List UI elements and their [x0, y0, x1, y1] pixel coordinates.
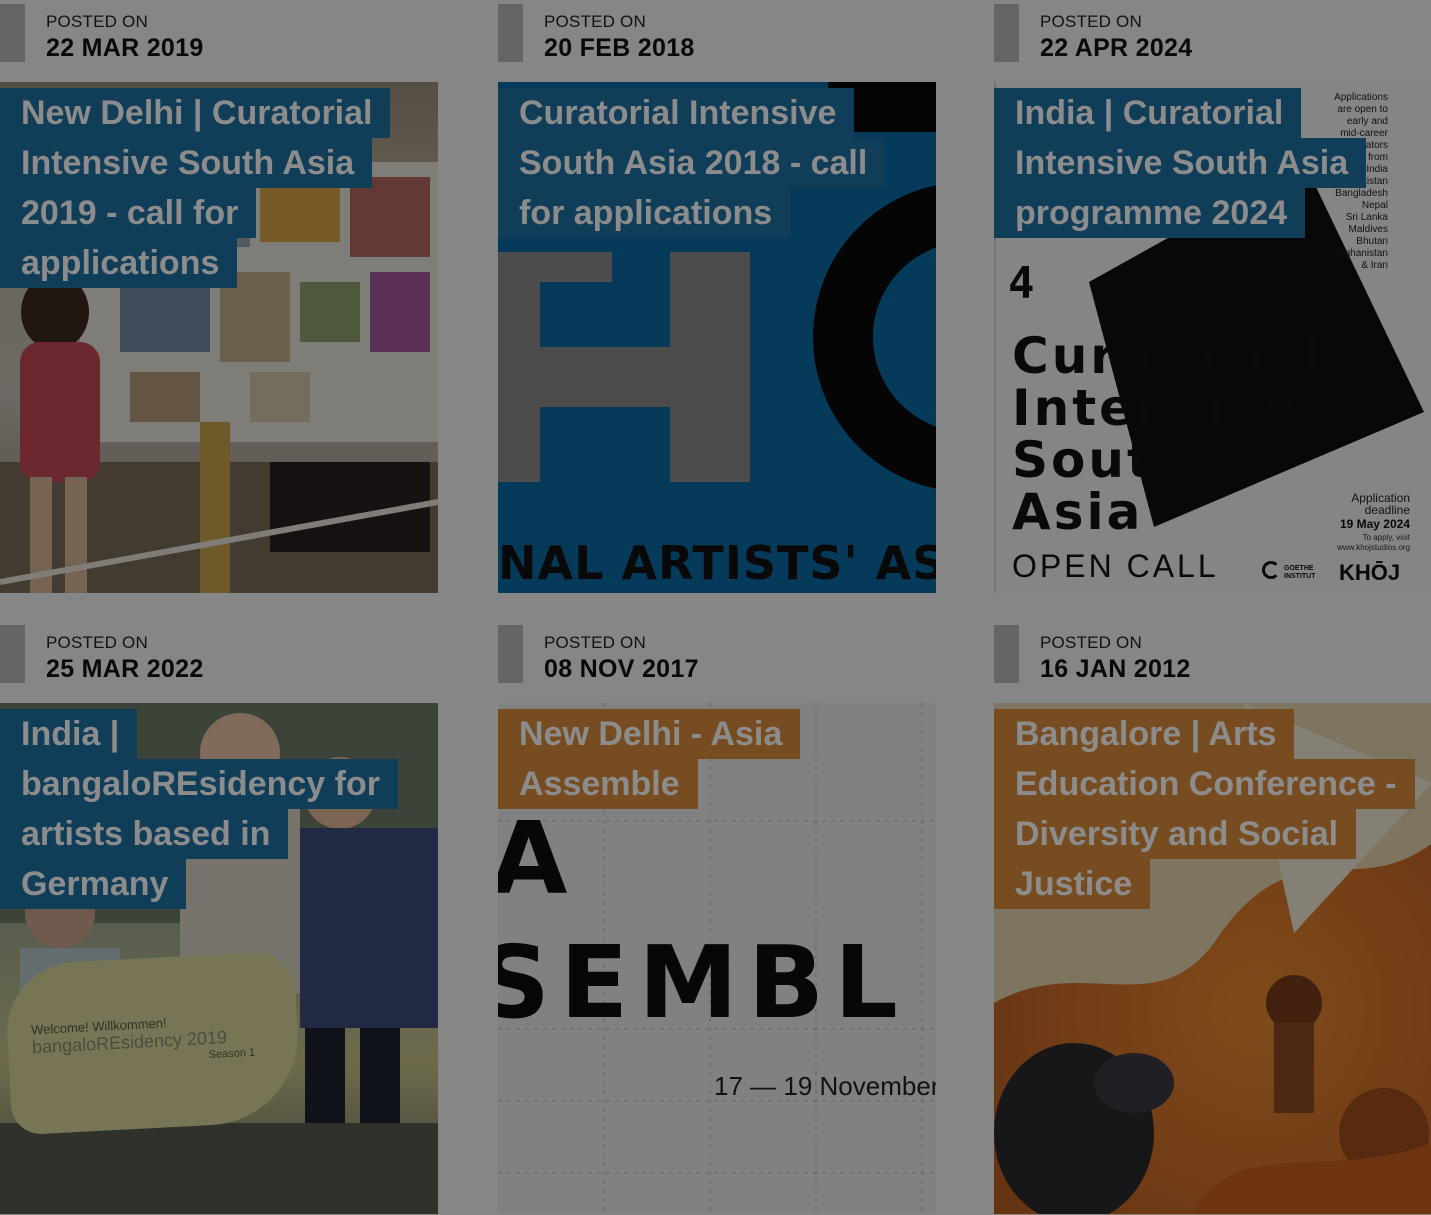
- post-title[interactable]: New Delhi - Asia Assemble: [498, 709, 801, 809]
- date-accent-bar: [994, 4, 1019, 62]
- post-date: 20 FEB 2018: [544, 34, 695, 62]
- post-date: 22 APR 2024: [1040, 34, 1193, 62]
- goethe-logo-text: GOETHE INSTITUT: [1284, 565, 1316, 580]
- post-date: 22 MAR 2019: [46, 34, 204, 62]
- post-title[interactable]: Bangalore | Arts Education Conference - …: [994, 709, 1415, 909]
- poster-deadline-label: Application deadline: [1351, 491, 1410, 517]
- goethe-logo-icon: [1262, 561, 1280, 579]
- post-title-wrap: New Delhi - Asia Assemble: [498, 709, 918, 809]
- image-caption-text: NAL ARTISTS' AS: [498, 536, 936, 590]
- khoj-logo: KHŌJ: [1339, 560, 1401, 585]
- post-card[interactable]: POSTED ON 25 MAR 2022 Welcome! Willkomme…: [0, 621, 438, 1214]
- post-title-wrap: Bangalore | Arts Education Conference - …: [994, 709, 1415, 909]
- post-title-wrap: New Delhi | Curatorial Intensive South A…: [0, 88, 420, 288]
- goethe-logo: GOETHE INSTITUT: [1262, 561, 1328, 581]
- post-title-wrap: India | bangaloREsidency for artists bas…: [0, 709, 420, 909]
- posted-on-label: POSTED ON: [1040, 12, 1142, 31]
- post-date-header: POSTED ON 22 MAR 2019: [0, 0, 438, 82]
- date-accent-bar: [0, 4, 25, 62]
- poster-open-call: OPEN CALL: [1012, 548, 1219, 584]
- post-thumbnail[interactable]: Applications are open to early and mid-c…: [994, 82, 1431, 593]
- posted-on-label: POSTED ON: [46, 633, 148, 652]
- eligibility-line: & Iran: [1361, 260, 1388, 271]
- post-title[interactable]: Curatorial Intensive South Asia 2018 - c…: [498, 88, 886, 238]
- poster-heading-line: South: [1012, 431, 1193, 489]
- post-card[interactable]: POSTED ON 20 FEB 2018 NAL ARTISTS' AS Cu…: [498, 0, 936, 593]
- date-accent-bar: [0, 625, 25, 683]
- eligibility-line: Afghanistan: [1335, 248, 1388, 259]
- poster-apply-text: To apply, visit www.khojstudios.org: [1337, 533, 1410, 552]
- post-date-header: POSTED ON 25 MAR 2022: [0, 621, 438, 703]
- post-thumbnail[interactable]: New Delhi | Curatorial Intensive South A…: [0, 82, 438, 593]
- posted-on-label: POSTED ON: [1040, 633, 1142, 652]
- post-title[interactable]: India | bangaloREsidency for artists bas…: [0, 709, 398, 909]
- post-thumbnail[interactable]: A SEMBL 17 — 19 November New Delhi - Asi…: [498, 703, 936, 1214]
- post-card[interactable]: POSTED ON 16 JAN 2012 Bangalore | Arts E…: [994, 621, 1431, 1214]
- post-date-header: POSTED ON 16 JAN 2012: [994, 621, 1431, 703]
- post-card[interactable]: POSTED ON 22 MAR 2019 New Delhi | Curato…: [0, 0, 438, 593]
- post-date: 25 MAR 2022: [46, 655, 204, 683]
- poster-number: 4: [1008, 258, 1035, 309]
- poster-heading: Curatorial Intensive South Asia: [1012, 330, 1324, 538]
- poster-heading-line: Curatorial: [1012, 327, 1324, 385]
- image-word: A: [498, 800, 572, 917]
- posted-on-label: POSTED ON: [46, 12, 148, 31]
- post-title[interactable]: India | Curatorial Intensive South Asia …: [994, 88, 1367, 238]
- posted-on-label: POSTED ON: [544, 12, 646, 31]
- post-date-header: POSTED ON 22 APR 2024: [994, 0, 1431, 82]
- image-dates: 17 — 19 November: [714, 1071, 936, 1101]
- post-thumbnail[interactable]: NAL ARTISTS' AS Curatorial Intensive Sou…: [498, 82, 936, 593]
- date-accent-bar: [498, 4, 523, 62]
- date-accent-bar: [994, 625, 1019, 683]
- poster-heading-line: Asia: [1012, 483, 1144, 541]
- posts-grid: POSTED ON 22 MAR 2019 New Delhi | Curato…: [0, 0, 1431, 1215]
- post-date: 08 NOV 2017: [544, 655, 699, 683]
- post-title-wrap: India | Curatorial Intensive South Asia …: [994, 88, 1414, 238]
- post-card[interactable]: POSTED ON 22 APR 2024 Applications are o…: [994, 0, 1431, 593]
- date-accent-bar: [498, 625, 523, 683]
- posted-on-label: POSTED ON: [544, 633, 646, 652]
- post-title[interactable]: New Delhi | Curatorial Intensive South A…: [0, 88, 391, 288]
- poster-deadline-date: 19 May 2024: [1339, 517, 1410, 531]
- post-title-wrap: Curatorial Intensive South Asia 2018 - c…: [498, 88, 918, 238]
- post-thumbnail[interactable]: Bangalore | Arts Education Conference - …: [994, 703, 1431, 1214]
- poster-heading-line: Intensive: [1012, 379, 1301, 437]
- post-card[interactable]: POSTED ON 08 NOV 2017 A SEMBL 17 — 19 No…: [498, 621, 936, 1214]
- welcome-banner: Welcome! Willkommen! bangaloREsidency 20…: [3, 950, 303, 1136]
- post-thumbnail[interactable]: Welcome! Willkommen! bangaloREsidency 20…: [0, 703, 438, 1214]
- post-date-header: POSTED ON 08 NOV 2017: [498, 621, 936, 703]
- post-date: 16 JAN 2012: [1040, 655, 1191, 683]
- post-date-header: POSTED ON 20 FEB 2018: [498, 0, 936, 82]
- image-word: SEMBL: [498, 924, 908, 1041]
